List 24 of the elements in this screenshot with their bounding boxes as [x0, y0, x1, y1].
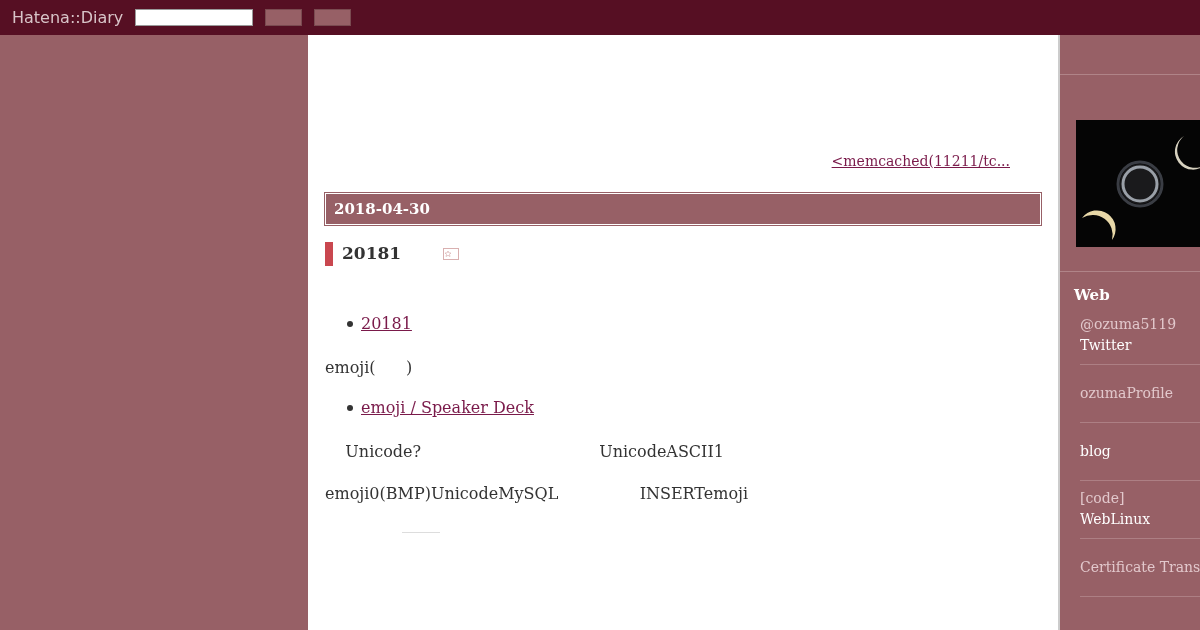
prev-entry-link[interactable]: <memcached(11211/tc...	[831, 151, 1026, 172]
sidebar-text: blog	[1080, 441, 1112, 461]
site-logo[interactable]: Hatena::Diary	[12, 5, 124, 30]
search-button[interactable]	[265, 9, 303, 26]
date-text[interactable]: 2018-04-30	[334, 197, 430, 221]
sidebar-link[interactable]: @ozuma5119	[1080, 314, 1200, 335]
paragraph: emoji0(BMP)UnicodeMySQL INSERTemoji	[325, 483, 750, 502]
sidebar-text: WebLinux	[1080, 510, 1152, 529]
sidebar-link[interactable]: [code]	[1080, 488, 1200, 509]
entry-link[interactable]: 20181	[361, 312, 438, 336]
submit-button[interactable]	[314, 9, 352, 26]
sidebar-heading: Web	[1074, 285, 1111, 306]
star-add-icon[interactable]	[443, 248, 460, 260]
entry-link[interactable]: emoji / Speaker Deck	[361, 396, 560, 420]
sidebar-link[interactable]: Certificate Trans	[1080, 556, 1200, 578]
bullet-icon	[347, 321, 353, 327]
search-field[interactable]	[135, 9, 254, 26]
bullet-icon	[347, 405, 353, 411]
section-title: 20181	[342, 242, 402, 266]
section-marker	[325, 242, 333, 266]
paragraph: emoji( )	[325, 357, 414, 376]
sidebar-text: Twitter	[1080, 336, 1133, 355]
sidebar-link[interactable]: ozumaProfile	[1080, 382, 1200, 404]
paragraph: Unicode? UnicodeASCII1	[344, 441, 725, 460]
